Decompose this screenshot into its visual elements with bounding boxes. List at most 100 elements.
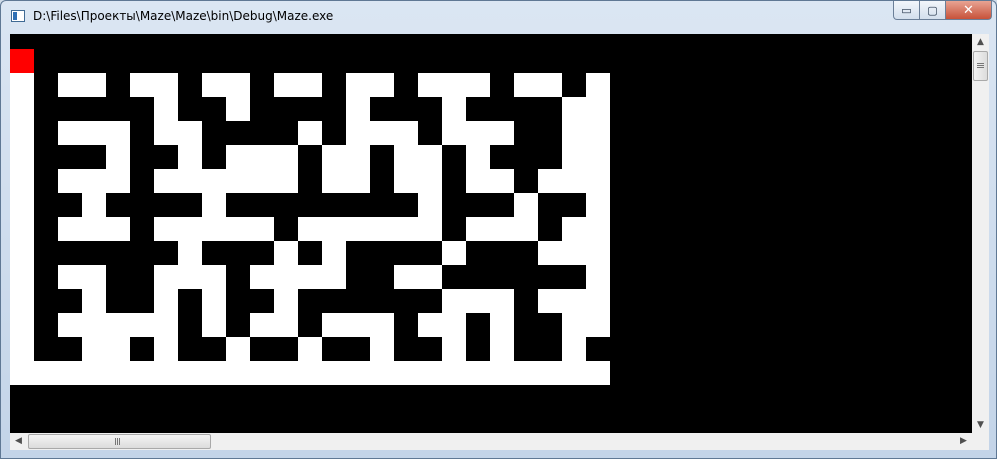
maze-wall (226, 265, 250, 289)
vertical-scrollbar[interactable]: ▲ ▼ (972, 34, 989, 434)
maze-wall (82, 145, 106, 169)
maze-wall (130, 193, 154, 217)
maze-wall (82, 241, 106, 265)
horizontal-scrollbar[interactable]: ◀ ▶ (10, 433, 972, 450)
maze-wall (346, 241, 370, 265)
maze-wall (178, 337, 202, 361)
maze-wall (58, 145, 82, 169)
maze-wall (370, 145, 394, 169)
maze-wall (250, 73, 274, 97)
maze-wall (106, 73, 130, 97)
maze-wall (538, 313, 562, 337)
maze-wall (370, 265, 394, 289)
maze-wall (274, 49, 298, 73)
maze-wall (538, 97, 562, 121)
close-button[interactable]: ✕ (946, 1, 992, 20)
scroll-right-arrow-icon[interactable]: ▶ (955, 433, 972, 450)
maze-wall (130, 241, 154, 265)
maze-wall (250, 49, 274, 73)
app-window: D:\Files\Проекты\Maze\Maze\bin\Debug\Maz… (0, 0, 997, 459)
maze-wall (178, 73, 202, 97)
maze-wall (58, 241, 82, 265)
maze-wall (226, 289, 250, 313)
maze-wall (250, 289, 274, 313)
maze-wall (130, 97, 154, 121)
maze-wall (514, 145, 538, 169)
maze-wall (466, 337, 490, 361)
maze-wall (322, 337, 346, 361)
maze-wall (226, 49, 250, 73)
maze-wall (586, 337, 610, 361)
maze-wall (298, 145, 322, 169)
scroll-down-arrow-icon[interactable]: ▼ (972, 417, 989, 434)
maze-wall (82, 97, 106, 121)
scroll-left-arrow-icon[interactable]: ◀ (10, 433, 27, 450)
maze-wall (106, 241, 130, 265)
maze-wall (490, 241, 514, 265)
maze-wall (466, 313, 490, 337)
maze-wall (58, 97, 82, 121)
maze-wall (466, 241, 490, 265)
maze-wall (370, 49, 394, 73)
maze-wall (298, 193, 322, 217)
maze-wall (322, 49, 346, 73)
maze-wall (442, 193, 466, 217)
maze-wall (538, 193, 562, 217)
title-bar[interactable]: D:\Files\Проекты\Maze\Maze\bin\Debug\Maz… (1, 1, 996, 33)
maze-wall (370, 193, 394, 217)
maze-wall (298, 313, 322, 337)
console-app-icon[interactable] (11, 10, 25, 22)
maze-wall (538, 49, 562, 73)
maze-wall (514, 313, 538, 337)
maze-wall (202, 145, 226, 169)
maze-wall (418, 97, 442, 121)
maze-wall (34, 121, 58, 145)
maze-wall (466, 193, 490, 217)
maze-wall (394, 337, 418, 361)
maze-wall (442, 217, 466, 241)
maze-wall (514, 241, 538, 265)
maze-wall (466, 49, 490, 73)
maze-wall (106, 289, 130, 313)
maze-wall (346, 265, 370, 289)
maze-wall (514, 265, 538, 289)
maze-wall (370, 169, 394, 193)
maze-wall (250, 121, 274, 145)
maze-wall (298, 49, 322, 73)
maze-wall (274, 193, 298, 217)
maze-wall (514, 97, 538, 121)
maze-wall (250, 193, 274, 217)
maze-wall (562, 265, 586, 289)
minimize-button[interactable]: ▭ (893, 1, 920, 20)
maze-wall (538, 145, 562, 169)
maze-wall (538, 121, 562, 145)
maze-wall (418, 337, 442, 361)
maze-wall (178, 97, 202, 121)
maze-wall (34, 193, 58, 217)
maze-wall (346, 49, 370, 73)
maze-wall (298, 97, 322, 121)
maze-wall (106, 49, 130, 73)
maze-wall (202, 121, 226, 145)
maze-wall (58, 49, 82, 73)
maximize-button[interactable]: ▢ (920, 1, 946, 20)
maze-wall (154, 49, 178, 73)
maze-wall (178, 289, 202, 313)
maze-wall (370, 241, 394, 265)
maze-wall (178, 193, 202, 217)
maze-wall (394, 49, 418, 73)
maze-wall (34, 145, 58, 169)
maze-wall (202, 49, 226, 73)
maze-wall (34, 289, 58, 313)
maze-wall (514, 289, 538, 313)
maze-wall (298, 241, 322, 265)
maze-wall (178, 49, 202, 73)
vertical-scroll-thumb[interactable] (973, 51, 988, 81)
maze-wall (82, 49, 106, 73)
maze-wall (34, 49, 58, 73)
maze-wall (586, 49, 610, 73)
maze-wall (442, 169, 466, 193)
scroll-up-arrow-icon[interactable]: ▲ (972, 34, 989, 51)
maze-wall (346, 193, 370, 217)
horizontal-scroll-thumb[interactable] (28, 434, 211, 449)
